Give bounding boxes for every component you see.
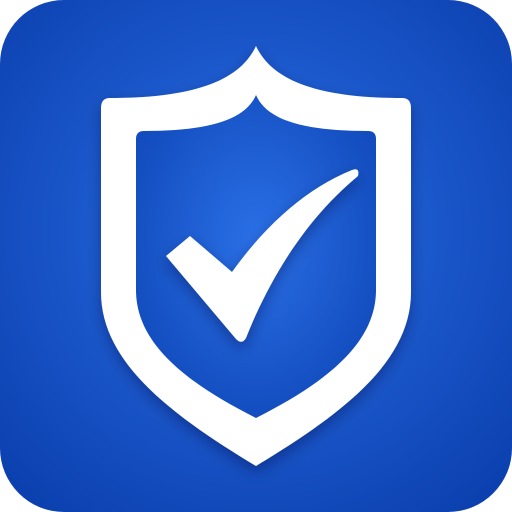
app-icon <box>0 0 512 512</box>
shield-check-icon <box>0 0 512 512</box>
